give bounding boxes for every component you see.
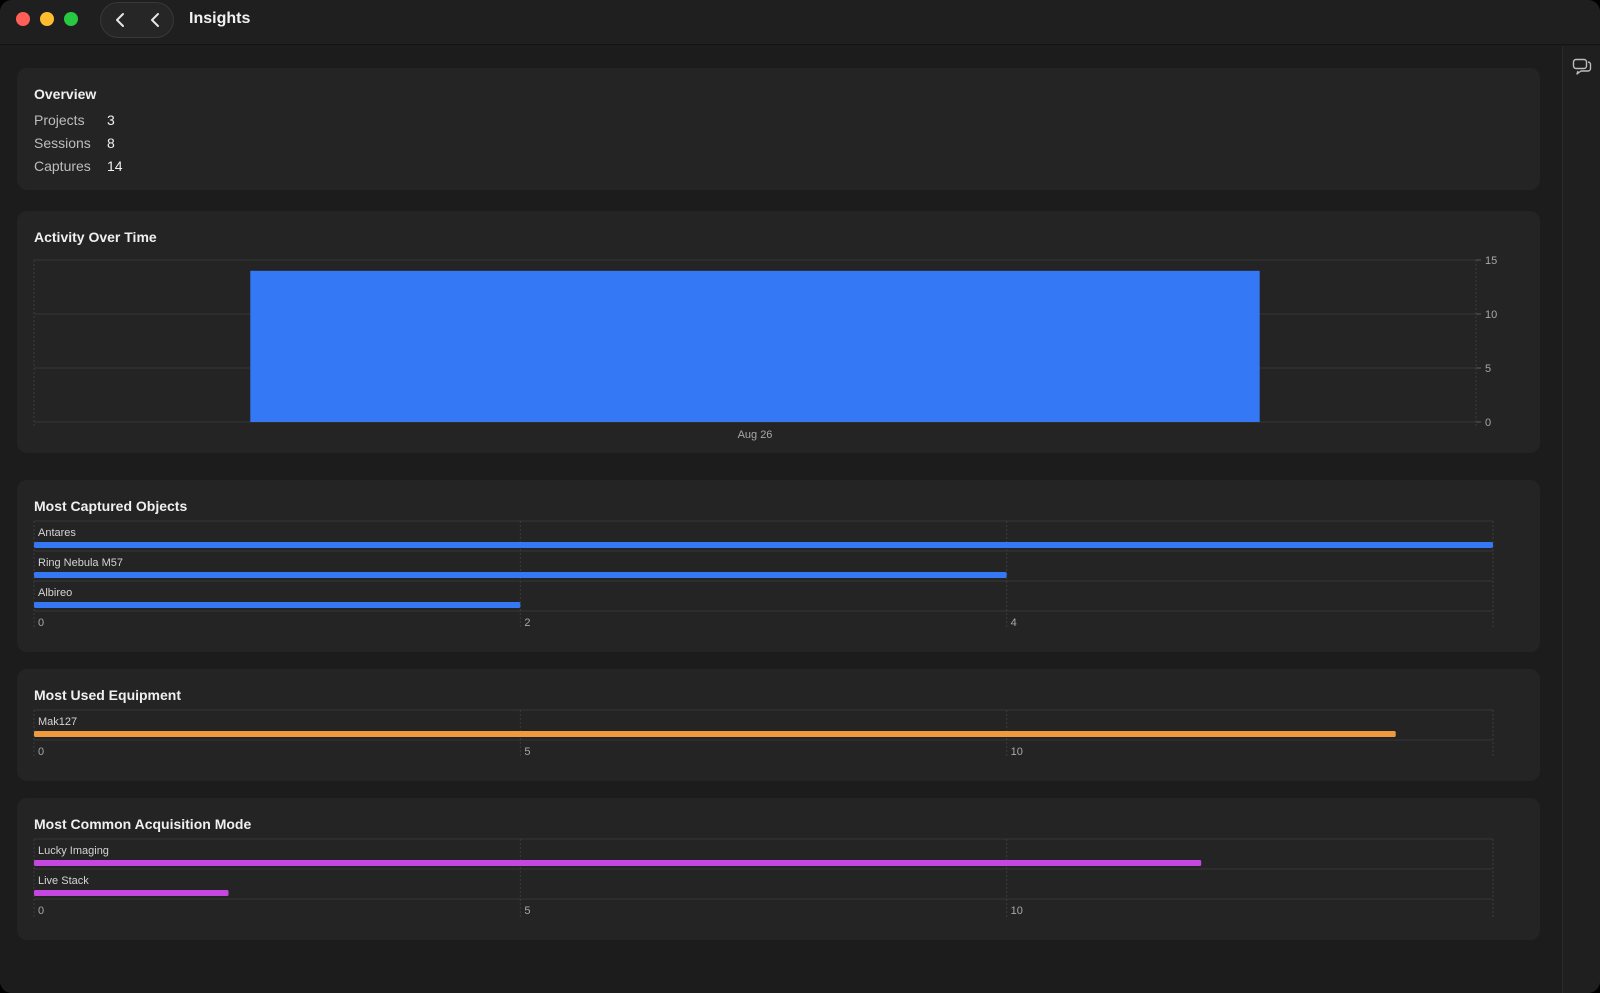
x-tick-label: 0 — [38, 617, 44, 629]
data-bar — [34, 890, 229, 896]
data-bar — [34, 860, 1202, 866]
overview-value: 14 — [107, 158, 123, 174]
data-bar — [34, 602, 521, 608]
data-bar — [34, 572, 1007, 578]
overview-label: Projects — [34, 112, 85, 128]
x-tick-label: 10 — [1011, 905, 1023, 917]
category-label: Lucky Imaging — [38, 845, 109, 857]
back-button[interactable] — [102, 3, 138, 37]
acquisition-chart: 0 5 10 Lucky Imaging Live Stack — [33, 838, 1494, 917]
equipment-chart: 0 5 10 Mak127 — [33, 709, 1494, 758]
y-tick-label: 10 — [1485, 309, 1497, 321]
overview-card: Overview Projects 3 Sessions 8 Captures … — [17, 68, 1540, 190]
chevron-left-icon — [151, 13, 159, 27]
x-tick-label: 10 — [1011, 746, 1023, 758]
minimize-window-button[interactable] — [40, 12, 54, 26]
acquisition-card: Most Common Acquisition Mode 0 5 10 Lucky I… — [17, 798, 1540, 940]
x-tick-label: 5 — [524, 746, 530, 758]
activity-chart: 0 5 10 15 Aug 26 — [33, 255, 1497, 441]
data-bar — [34, 542, 1493, 548]
insights-content: Overview Projects 3 Sessions 8 Captures … — [0, 46, 1562, 993]
overview-value: 3 — [107, 112, 115, 128]
app-window: Insights Overview Projects 3 Sessions 8 … — [0, 0, 1600, 993]
y-tick-label: 15 — [1485, 255, 1497, 267]
x-tick-label: 2 — [524, 617, 530, 629]
comments-button[interactable] — [1572, 57, 1594, 77]
navigation-buttons — [100, 2, 174, 38]
x-tick-label: 0 — [38, 905, 44, 917]
data-bar — [34, 731, 1396, 737]
forward-button[interactable] — [137, 3, 173, 37]
activity-bar — [250, 270, 1260, 422]
equipment-card: Most Used Equipment 0 5 10 Mak127 — [17, 669, 1540, 781]
activity-title: Activity Over Time — [34, 229, 157, 245]
category-label: Ring Nebula M57 — [38, 557, 123, 569]
y-tick-label: 5 — [1485, 363, 1491, 375]
category-label: Live Stack — [38, 875, 89, 887]
speech-bubbles-icon — [1572, 58, 1592, 75]
overview-value: 8 — [107, 135, 115, 151]
window-title: Insights — [189, 10, 251, 27]
close-window-button[interactable] — [16, 12, 30, 26]
overview-title: Overview — [34, 86, 97, 102]
x-tick-label: 0 — [38, 746, 44, 758]
chevron-left-icon — [116, 13, 124, 27]
overview-label: Sessions — [34, 135, 91, 151]
x-tick-label: Aug 26 — [738, 429, 773, 441]
zoom-window-button[interactable] — [64, 12, 78, 26]
x-tick-label: 5 — [524, 905, 530, 917]
title-bar: Insights — [0, 0, 1600, 45]
objects-title: Most Captured Objects — [34, 498, 188, 514]
overview-label: Captures — [34, 158, 91, 174]
x-tick-label: 4 — [1011, 617, 1017, 629]
category-label: Albireo — [38, 587, 72, 599]
category-label: Antares — [38, 527, 76, 539]
objects-chart: 0 2 4 Antares Ring Nebula M57 Albireo — [33, 520, 1494, 629]
objects-card: Most Captured Objects 0 2 4 Antares Ring Neb… — [17, 480, 1540, 652]
inspector-sidebar — [1562, 46, 1600, 993]
category-label: Mak127 — [38, 716, 77, 728]
acquisition-title: Most Common Acquisition Mode — [34, 816, 252, 832]
equipment-title: Most Used Equipment — [34, 687, 182, 703]
activity-card: Activity Over Time 0 5 10 15 Aug 26 — [17, 211, 1540, 453]
y-tick-label: 0 — [1485, 417, 1491, 429]
